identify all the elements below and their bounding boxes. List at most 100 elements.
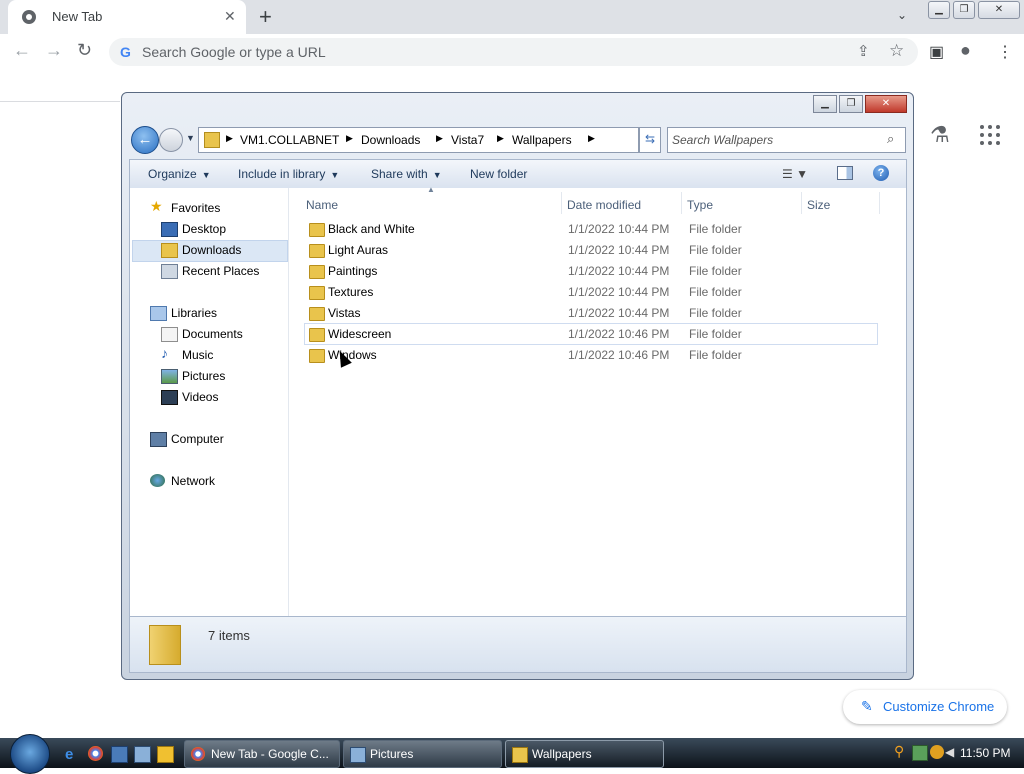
folder-icon <box>309 244 325 258</box>
labs-flask-icon[interactable]: ⚗ <box>930 122 950 148</box>
window-switcher-icon[interactable] <box>134 746 151 763</box>
nav-label: Network <box>171 474 216 488</box>
share-label: Share with <box>371 167 428 181</box>
taskbar-button-chrome[interactable]: New Tab - Google C... <box>184 740 340 768</box>
column-divider[interactable] <box>681 192 682 214</box>
breadcrumb-item[interactable]: Downloads <box>361 133 420 147</box>
new-folder-button[interactable]: New folder <box>470 167 527 181</box>
file-date: 1/1/2022 10:44 PM <box>568 264 670 278</box>
file-row[interactable]: Black and White 1/1/2022 10:44 PM File f… <box>305 219 877 239</box>
recent-places-icon <box>161 264 178 279</box>
file-row[interactable]: Vistas 1/1/2022 10:44 PM File folder <box>305 303 877 323</box>
google-apps-icon[interactable] <box>979 124 1001 146</box>
folder-icon <box>512 747 528 763</box>
column-divider[interactable] <box>879 192 880 214</box>
share-icon[interactable]: ⇪ <box>857 42 870 60</box>
search-tray-icon[interactable]: ⚲ <box>894 743 908 759</box>
minimize-button[interactable]: ▁ <box>928 1 950 19</box>
help-icon[interactable]: ? <box>873 165 889 181</box>
nav-label: Favorites <box>171 201 221 215</box>
reload-icon[interactable]: ↻ <box>77 40 92 61</box>
forward-icon[interactable]: → <box>45 40 63 61</box>
taskbar-label: Wallpapers <box>532 747 592 761</box>
side-panel-icon[interactable]: ▣ <box>929 42 944 62</box>
explorer-minimize-button[interactable]: ▁ <box>813 95 837 113</box>
column-divider[interactable] <box>801 192 802 214</box>
network-tray-icon[interactable] <box>912 745 928 761</box>
change-view-icon[interactable]: ☰ ▼ <box>782 167 808 181</box>
volume-icon[interactable]: ◀ <box>945 745 959 759</box>
update-tray-icon[interactable] <box>930 745 944 759</box>
close-window-button[interactable]: ✕ <box>978 1 1020 19</box>
recent-pages-dropdown-icon[interactable]: ▼ <box>186 133 195 143</box>
tab-title: New Tab <box>52 9 103 24</box>
column-header-size[interactable]: Size <box>807 198 830 212</box>
breadcrumb-separator-icon[interactable]: ▶ <box>497 133 504 144</box>
show-desktop-icon[interactable] <box>111 746 128 763</box>
menu-kebab-icon[interactable]: ⋮ <box>997 42 1013 62</box>
file-row[interactable]: Windows 1/1/2022 10:46 PM File folder <box>305 345 877 365</box>
breadcrumb-separator-icon[interactable]: ▶ <box>226 133 233 144</box>
omnibox[interactable]: G Search Google or type a URL ⇪ ☆ <box>109 38 918 66</box>
explorer-back-button[interactable]: ← <box>131 126 159 154</box>
file-name: Paintings <box>328 264 378 278</box>
include-in-library-button[interactable]: Include in library ▼ <box>238 167 339 181</box>
tab-strip: New Tab ✕ + ⌄ ▁ ❐ ✕ <box>0 0 1024 34</box>
file-type: File folder <box>689 222 742 236</box>
page-divider <box>0 101 120 102</box>
explorer-forward-button[interactable] <box>159 128 183 152</box>
explorer-close-button[interactable]: ✕ <box>865 95 907 113</box>
column-header-type[interactable]: Type <box>687 198 713 212</box>
nav-label: Documents <box>182 327 243 341</box>
star-icon: ★ <box>150 198 163 214</box>
column-divider[interactable] <box>561 192 562 214</box>
computer-icon <box>150 432 167 447</box>
search-box[interactable]: Search Wallpapers ⌕ <box>667 127 906 153</box>
column-header-name[interactable]: Name <box>306 198 338 212</box>
file-row[interactable]: Light Auras 1/1/2022 10:44 PM File folde… <box>305 240 877 260</box>
preview-pane-icon[interactable] <box>837 166 853 180</box>
new-tab-button[interactable]: + <box>259 4 272 30</box>
customize-chrome-button[interactable]: ✎ Customize Chrome <box>843 690 1007 724</box>
address-bar[interactable]: ▶ VM1.COLLABNET ▶ Downloads ▶ Vista7 ▶ W… <box>198 127 703 153</box>
breadcrumb-separator-icon[interactable]: ▶ <box>346 133 353 144</box>
file-row-hovered[interactable]: Widescreen 1/1/2022 10:46 PM File folder <box>304 323 878 345</box>
chrome-icon <box>191 747 205 761</box>
media-player-icon[interactable] <box>157 746 174 763</box>
chrome-quicklaunch-icon[interactable] <box>88 746 103 761</box>
explorer-content: ★ Favorites Desktop Downloads Recent Pla… <box>129 185 907 616</box>
tab-close-icon[interactable]: ✕ <box>224 8 236 25</box>
share-with-button[interactable]: Share with ▼ <box>371 167 442 181</box>
breadcrumb-separator-icon[interactable]: ▶ <box>436 133 443 144</box>
internet-explorer-icon[interactable]: e <box>65 746 80 763</box>
file-type: File folder <box>689 348 742 362</box>
folder-icon <box>309 223 325 237</box>
taskbar-button-pictures[interactable]: Pictures <box>343 740 502 768</box>
organize-button[interactable]: Organize ▼ <box>148 167 211 181</box>
breadcrumb-item[interactable]: VM1.COLLABNET <box>240 133 339 147</box>
breadcrumb-item[interactable]: Vista7 <box>451 133 484 147</box>
tab-search-icon[interactable]: ⌄ <box>897 8 907 22</box>
profile-avatar-icon[interactable]: ● <box>960 40 971 61</box>
breadcrumb-item[interactable]: Wallpapers <box>512 133 572 147</box>
large-folder-icon <box>149 625 181 665</box>
search-icon[interactable]: ⌕ <box>887 131 894 147</box>
column-header-date[interactable]: Date modified <box>567 198 641 212</box>
taskbar-label: Pictures <box>370 747 414 761</box>
start-button[interactable] <box>10 734 50 774</box>
bookmark-star-icon[interactable]: ☆ <box>889 41 904 61</box>
clock[interactable]: 11:50 PM <box>960 746 1010 760</box>
file-row[interactable]: Paintings 1/1/2022 10:44 PM File folder <box>305 261 877 281</box>
explorer-maximize-button[interactable]: ❐ <box>839 95 863 113</box>
folder-icon <box>309 349 325 363</box>
tab-new-tab[interactable]: New Tab ✕ <box>8 0 246 34</box>
file-row[interactable]: Textures 1/1/2022 10:44 PM File folder <box>305 282 877 302</box>
google-icon: G <box>120 44 131 60</box>
chrome-icon <box>22 10 36 24</box>
restore-button[interactable]: ❐ <box>953 1 975 19</box>
breadcrumb-separator-icon[interactable]: ▶ <box>588 133 595 144</box>
refresh-button[interactable]: ⇆ <box>639 127 661 153</box>
back-icon[interactable]: ← <box>13 40 31 61</box>
desktop-icon <box>161 222 178 237</box>
taskbar-button-wallpapers[interactable]: Wallpapers <box>505 740 664 768</box>
